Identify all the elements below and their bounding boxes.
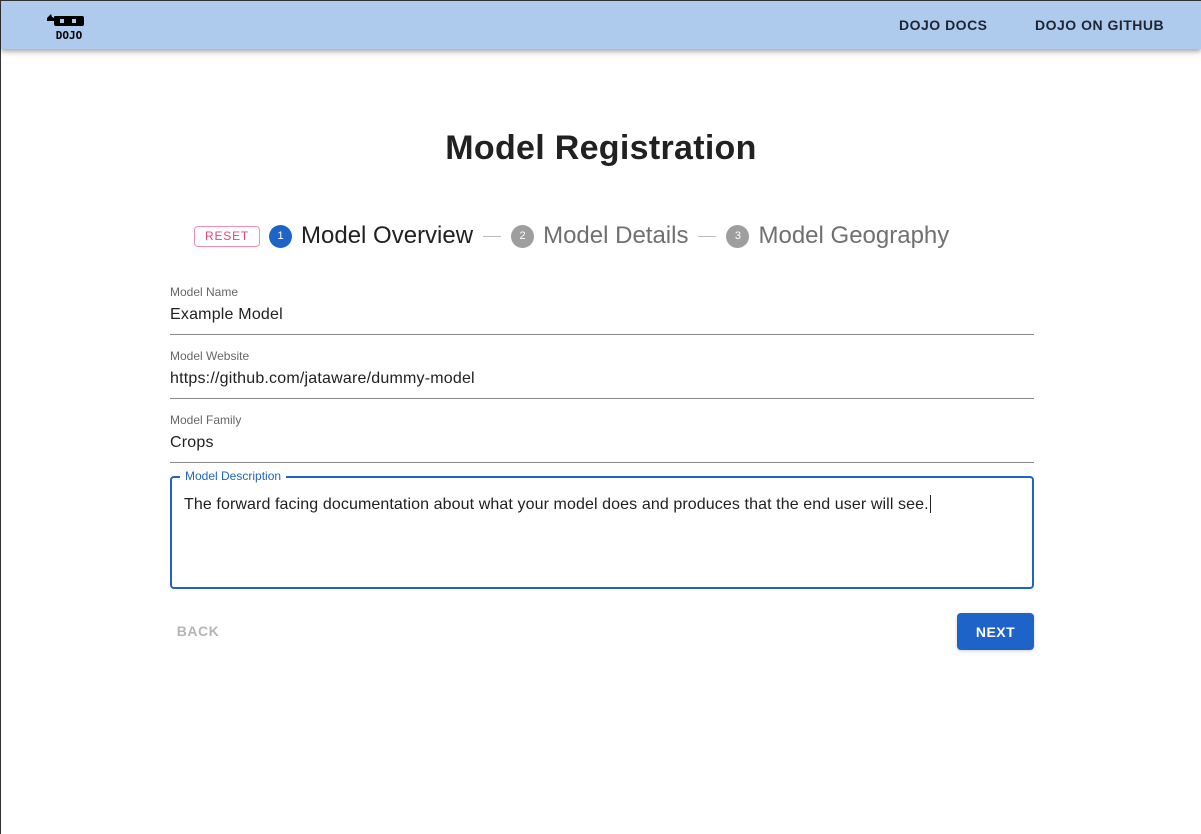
model-description-label: Model Description xyxy=(180,469,287,483)
stepper: RESET 1 Model Overview 2 Model Details 3… xyxy=(194,222,949,250)
step-number-badge: 1 xyxy=(269,224,293,248)
step-number-badge: 3 xyxy=(726,224,750,248)
text-cursor xyxy=(929,495,931,513)
step-model-geography[interactable]: 3 Model Geography xyxy=(726,222,949,250)
step-model-details[interactable]: 2 Model Details xyxy=(511,222,688,250)
dojo-logo-icon[interactable]: DOJO xyxy=(45,11,87,41)
back-button[interactable]: BACK xyxy=(170,613,226,649)
nav-link-dojo-github[interactable]: DOJO ON GITHUB xyxy=(1035,17,1164,33)
model-name-label: Model Name xyxy=(170,285,239,299)
model-family-label: Model Family xyxy=(170,413,242,427)
model-family-field: Model Family xyxy=(170,413,1034,463)
model-family-input[interactable] xyxy=(170,431,1034,463)
step-label: Model Overview xyxy=(301,222,474,249)
model-description-textarea[interactable]: The forward facing documentation about w… xyxy=(184,494,1020,579)
model-name-input[interactable] xyxy=(170,303,1034,335)
next-button[interactable]: NEXT xyxy=(957,613,1034,650)
svg-text:DOJO: DOJO xyxy=(56,29,83,41)
model-description-field: Model Description The forward facing doc… xyxy=(170,469,1034,589)
model-website-label: Model Website xyxy=(170,349,250,363)
nav-link-dojo-docs[interactable]: DOJO DOCS xyxy=(899,17,988,33)
page-title: Model Registration xyxy=(445,129,757,167)
step-connector xyxy=(483,235,502,237)
model-name-field: Model Name xyxy=(170,285,1034,335)
step-number-badge: 2 xyxy=(511,224,535,248)
model-website-field: Model Website xyxy=(170,349,1034,399)
step-connector xyxy=(698,235,717,237)
step-label: Model Geography xyxy=(758,222,950,249)
step-label: Model Details xyxy=(543,222,689,249)
model-description-value: The forward facing documentation about w… xyxy=(184,496,929,513)
model-website-input[interactable] xyxy=(170,367,1034,399)
step-model-overview[interactable]: 1 Model Overview xyxy=(269,222,473,250)
app-bar: DOJO DOJO DOCS DOJO ON GITHUB xyxy=(1,1,1201,49)
reset-button[interactable]: RESET xyxy=(194,225,261,247)
